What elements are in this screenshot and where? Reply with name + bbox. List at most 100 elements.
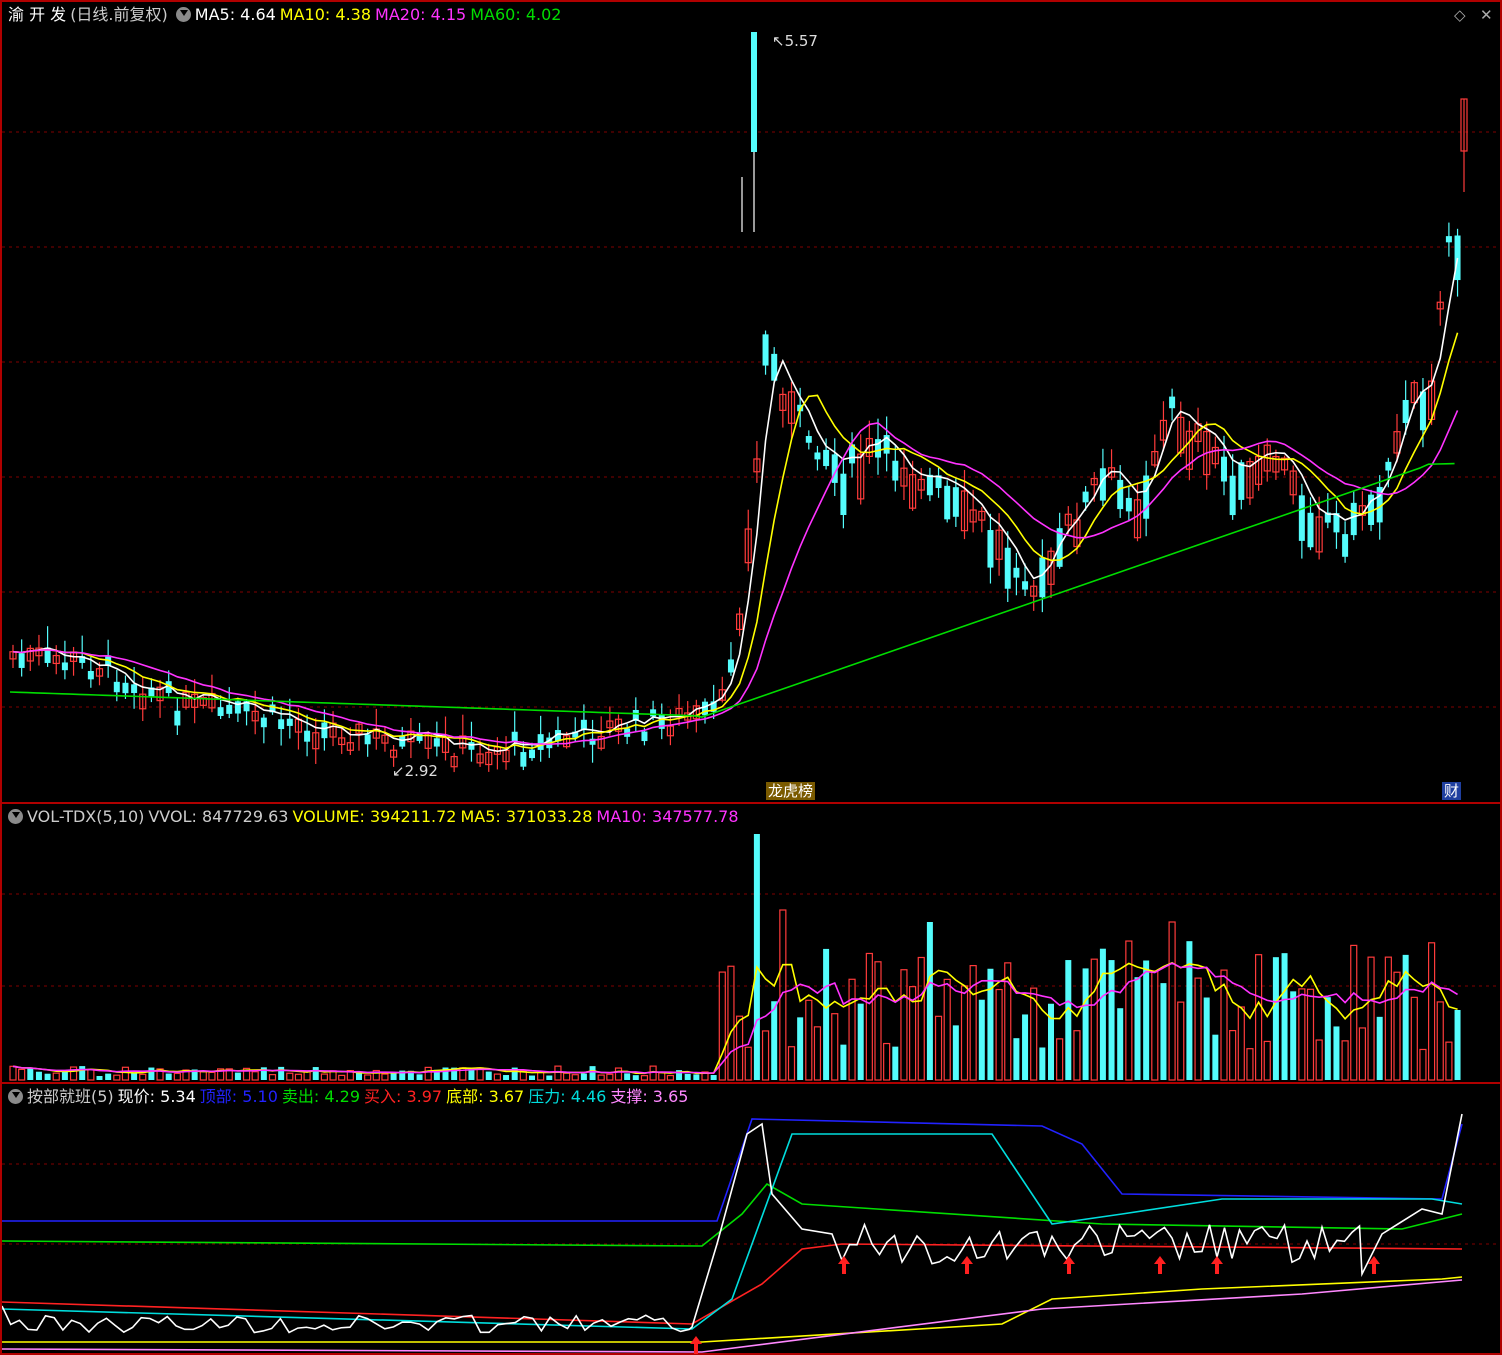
ma-item: MA60: 4.02 [470, 5, 562, 24]
candle-body [641, 731, 648, 742]
volume-bar [1333, 1026, 1340, 1080]
volume-bar [529, 1075, 535, 1080]
volume-bar [571, 1074, 579, 1081]
candle-body [1117, 479, 1124, 510]
candle-body [174, 710, 181, 726]
volume-bar [381, 1073, 389, 1081]
volume-bar [1272, 957, 1279, 1080]
volume-bar [69, 1066, 78, 1081]
volume-bar [823, 948, 830, 1080]
finance-tag[interactable]: 财 [1442, 782, 1462, 800]
candle-body [840, 473, 847, 515]
volume-bar [1229, 1029, 1237, 1081]
volume-bar [1151, 970, 1159, 1081]
candle-body [1022, 581, 1029, 590]
volume-chart[interactable] [2, 804, 1500, 1082]
price-pane[interactable]: 渝 开 发 (日线.前复权) MA5: 4.64 MA10: 4.38 MA20: 4.… [0, 0, 1502, 802]
volume-bar [312, 1067, 319, 1080]
volume-bar [424, 1066, 432, 1081]
volume-bar [917, 956, 925, 1081]
longhubang-tag[interactable]: 龙虎榜 [766, 782, 816, 800]
candle-body [1402, 399, 1409, 423]
close-icon[interactable]: ✕ [1480, 6, 1493, 24]
buy-arrow-icon [1063, 1256, 1075, 1274]
volume-bar [805, 999, 813, 1081]
volume-bar [1436, 1001, 1444, 1081]
volume-bar [934, 1015, 943, 1081]
volume-bar [606, 1073, 614, 1081]
candle-body [304, 730, 311, 742]
volume-bar [286, 1072, 294, 1081]
volume-header: VOL-TDX(5,10) VVOL: 847729.63 VOLUME: 3942… [8, 807, 747, 827]
indicator-item: 压力: 4.46 [528, 1087, 607, 1106]
volume-bar [753, 834, 760, 1080]
volume-bar [27, 1068, 34, 1080]
stock-name: 渝 开 发 [8, 5, 67, 24]
candle-body [18, 653, 25, 668]
candle-body [1307, 512, 1314, 548]
dropdown-icon[interactable] [8, 809, 23, 824]
low-price-label: ↙2.92 [392, 762, 438, 780]
indicator-pane[interactable]: 按部就班(5) 现价: 5.34 顶部: 5.10 卖出: 4.29 买入: 3.97 底… [0, 1082, 1502, 1355]
volume-bar [952, 1025, 959, 1080]
volume-bar [105, 1073, 112, 1080]
volume-bar [1099, 948, 1106, 1080]
volume-bar [96, 1075, 103, 1080]
volume-bar [18, 1068, 26, 1081]
volume-bar [580, 1073, 587, 1080]
buy-arrow-icon [1211, 1256, 1223, 1274]
volume-bar [831, 1013, 839, 1081]
candle-body [1342, 534, 1349, 557]
indicator-item: 底部: 3.67 [446, 1087, 525, 1106]
volume-bar [1212, 1034, 1219, 1080]
candle-body [823, 449, 830, 467]
volume-bar [1254, 954, 1263, 1081]
candle-body [1350, 502, 1357, 536]
volume-bar [87, 1068, 95, 1081]
diamond-icon[interactable]: ◇ [1454, 6, 1466, 24]
volume-bar [1306, 988, 1315, 1081]
volume-bar [546, 1075, 553, 1080]
volume-bar [1419, 1048, 1427, 1081]
volume-bar [251, 1071, 259, 1081]
volume-bar [771, 1001, 778, 1080]
candlestick-chart[interactable] [2, 2, 1500, 802]
indicator-chart[interactable] [2, 1084, 1500, 1355]
dropdown-icon[interactable] [8, 1089, 23, 1104]
volume-bar [874, 961, 882, 1081]
volume-bar [1324, 997, 1331, 1080]
volume-bar [1194, 977, 1202, 1081]
high-price-label: ↖5.57 [772, 32, 818, 50]
volume-bar [1073, 1030, 1081, 1081]
volume-bar [1384, 956, 1392, 1081]
volume-bar [485, 1071, 492, 1080]
volume-bar [761, 1030, 770, 1081]
candle-body [926, 474, 933, 496]
candle-body [944, 485, 951, 520]
dropdown-icon[interactable] [175, 7, 191, 22]
candle-body [892, 460, 899, 481]
volume-indicator-name: VOL-TDX(5,10) [27, 807, 145, 826]
volume-bar [268, 1074, 277, 1081]
volume-bar [727, 965, 735, 1081]
volume-bar [1186, 941, 1193, 1080]
volume-bar [857, 1003, 864, 1080]
ma10-line [12, 332, 1459, 750]
volume-bar [139, 1073, 147, 1081]
candle-body [650, 709, 657, 717]
buy-arrow-icon [961, 1256, 973, 1274]
volume-bar [1013, 1038, 1020, 1080]
volume-pane[interactable]: VOL-TDX(5,10) VVOL: 847729.63 VOLUME: 3942… [0, 802, 1502, 1082]
volume-bar [1454, 1010, 1461, 1080]
volume-bar [1090, 958, 1098, 1081]
volume-bar [1082, 968, 1089, 1080]
volume-ma5-line [12, 961, 1458, 1075]
candle-body [1039, 557, 1046, 598]
candle-body [278, 719, 285, 730]
volume-bar [926, 922, 933, 1080]
volume-bar [493, 1073, 501, 1081]
volume-bar [1315, 1039, 1323, 1081]
volume-item: MA5: 371033.28 [460, 807, 593, 826]
candle-body [1229, 475, 1236, 516]
volume-bar [658, 1072, 666, 1081]
